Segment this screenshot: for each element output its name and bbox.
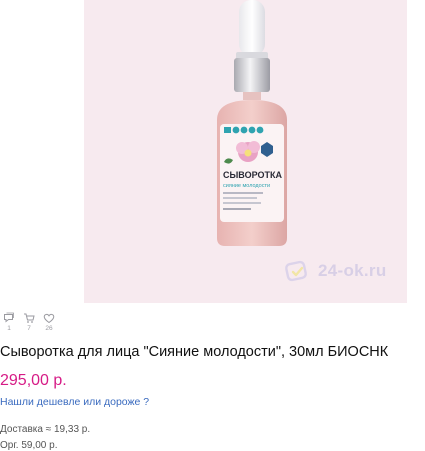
- cart-icon: [24, 313, 35, 323]
- product-price: 295,00 р.: [0, 372, 67, 389]
- label-subtitle: сияние молодости: [223, 183, 270, 189]
- product-title: Сыворотка для лица "Сияние молодости", 3…: [0, 344, 389, 360]
- logo-icon: [285, 260, 307, 282]
- heart-icon: [43, 313, 55, 324]
- watermark: 24-ok.ru: [284, 258, 387, 284]
- label-title: СЫВОРОТКА: [223, 170, 282, 180]
- product-bottle: СЫВОРОТКА сияние молодости: [207, 0, 297, 250]
- comments-count: 1: [7, 325, 11, 332]
- cart-count: 7: [27, 325, 31, 332]
- comment-icon: [4, 312, 14, 323]
- favorites-count: 26: [45, 325, 53, 332]
- product-stats: 1 7 26: [2, 312, 56, 332]
- org-fee: Орг. 59,00 р.: [0, 440, 58, 451]
- watermark-text: 24-ok.ru: [318, 261, 387, 280]
- find-cheaper-link[interactable]: Нашли дешевле или дороже ?: [0, 396, 149, 408]
- delivery-cost: Доставка ≈ 19,33 р.: [0, 424, 91, 435]
- product-photo[interactable]: СЫВОРОТКА сияние молодости 24-ok.ru: [84, 0, 407, 303]
- comments-stat[interactable]: 1: [2, 312, 16, 332]
- cart-stat[interactable]: 7: [22, 312, 36, 332]
- favorites-stat[interactable]: 26: [42, 312, 56, 332]
